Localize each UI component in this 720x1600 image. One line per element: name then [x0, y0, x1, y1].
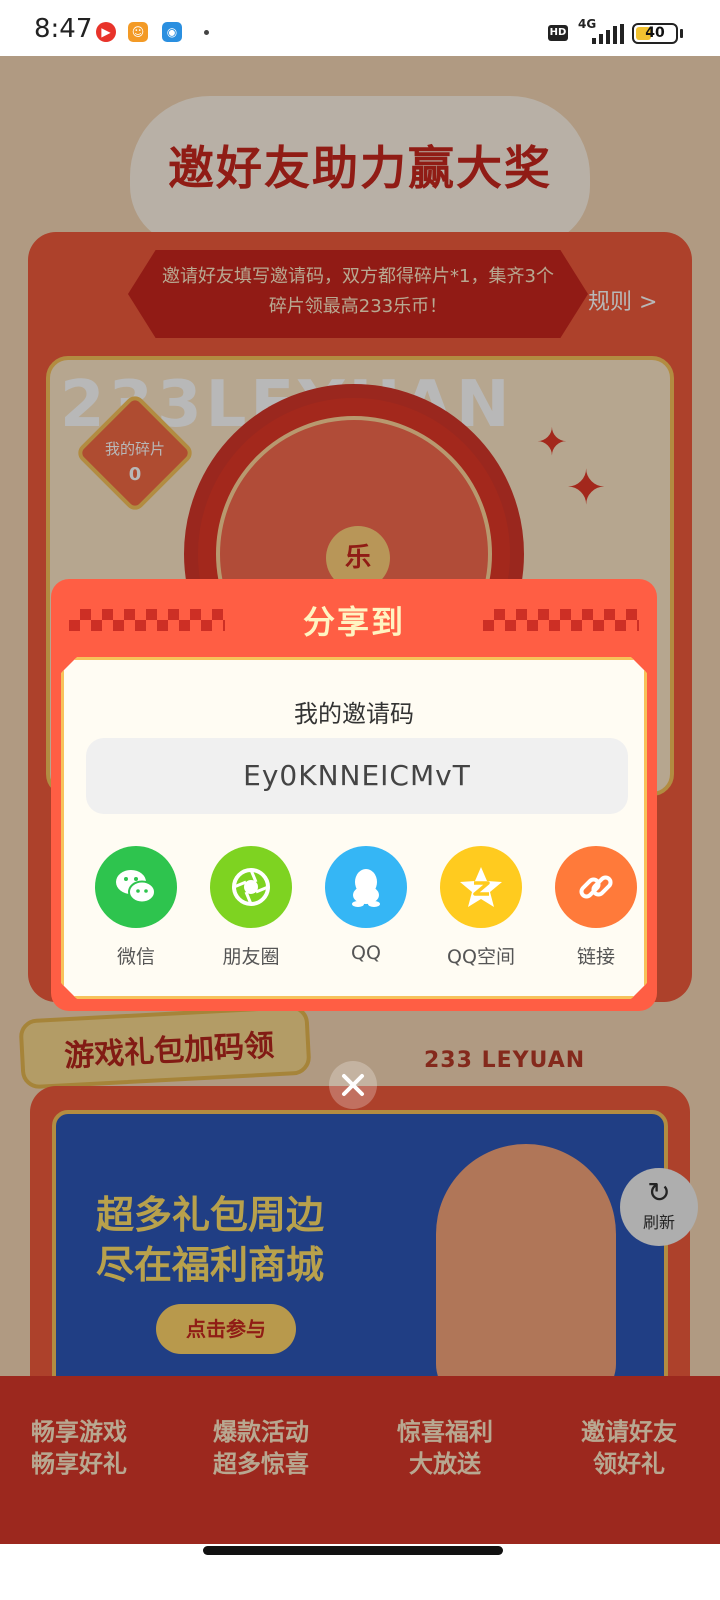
share-label: QQ空间	[447, 946, 515, 968]
status-time: 8:47	[34, 14, 93, 44]
smile-app-icon: ☺	[128, 22, 148, 42]
close-button[interactable]	[329, 1061, 377, 1109]
video-app-icon: ▶	[96, 22, 116, 42]
share-label: 微信	[116, 946, 155, 968]
share-modal: 分享到 我的邀请码 Ey0KNNEICMvT 微信 朋友圈 QQ QQ空间 链接	[51, 579, 657, 1011]
qq-icon	[325, 846, 407, 928]
share-moments-button[interactable]: 朋友圈	[201, 846, 301, 969]
moments-icon	[210, 846, 292, 928]
modal-title: 分享到	[302, 603, 405, 641]
signal-icon	[592, 24, 624, 44]
share-label: 链接	[576, 946, 615, 968]
wechat-icon	[95, 846, 177, 928]
share-qq-button[interactable]: QQ	[316, 846, 416, 964]
share-qzone-button[interactable]: QQ空间	[431, 846, 531, 969]
link-icon	[555, 846, 637, 928]
hd-voice-icon: HD	[548, 25, 568, 41]
invite-code-label: 我的邀请码	[294, 700, 414, 728]
modal-body: 我的邀请码 Ey0KNNEICMvT 微信 朋友圈 QQ QQ空间 链接	[61, 657, 647, 999]
hotspot-app-icon: ◉	[162, 22, 182, 42]
invite-code-field[interactable]: Ey0KNNEICMvT	[86, 738, 628, 814]
battery-icon: 40	[632, 23, 678, 44]
share-label: QQ	[351, 942, 381, 964]
share-label: 朋友圈	[222, 946, 280, 968]
status-bar: 8:47 ▶ ☺ ◉ HD 4G 40	[0, 0, 720, 56]
share-link-button[interactable]: 链接	[546, 846, 646, 969]
notification-dot-icon	[204, 30, 209, 35]
home-indicator[interactable]	[203, 1546, 503, 1555]
qzone-icon	[440, 846, 522, 928]
battery-percent: 40	[645, 25, 665, 41]
share-wechat-button[interactable]: 微信	[86, 846, 186, 969]
battery-cap	[680, 29, 683, 38]
close-icon	[342, 1074, 364, 1096]
